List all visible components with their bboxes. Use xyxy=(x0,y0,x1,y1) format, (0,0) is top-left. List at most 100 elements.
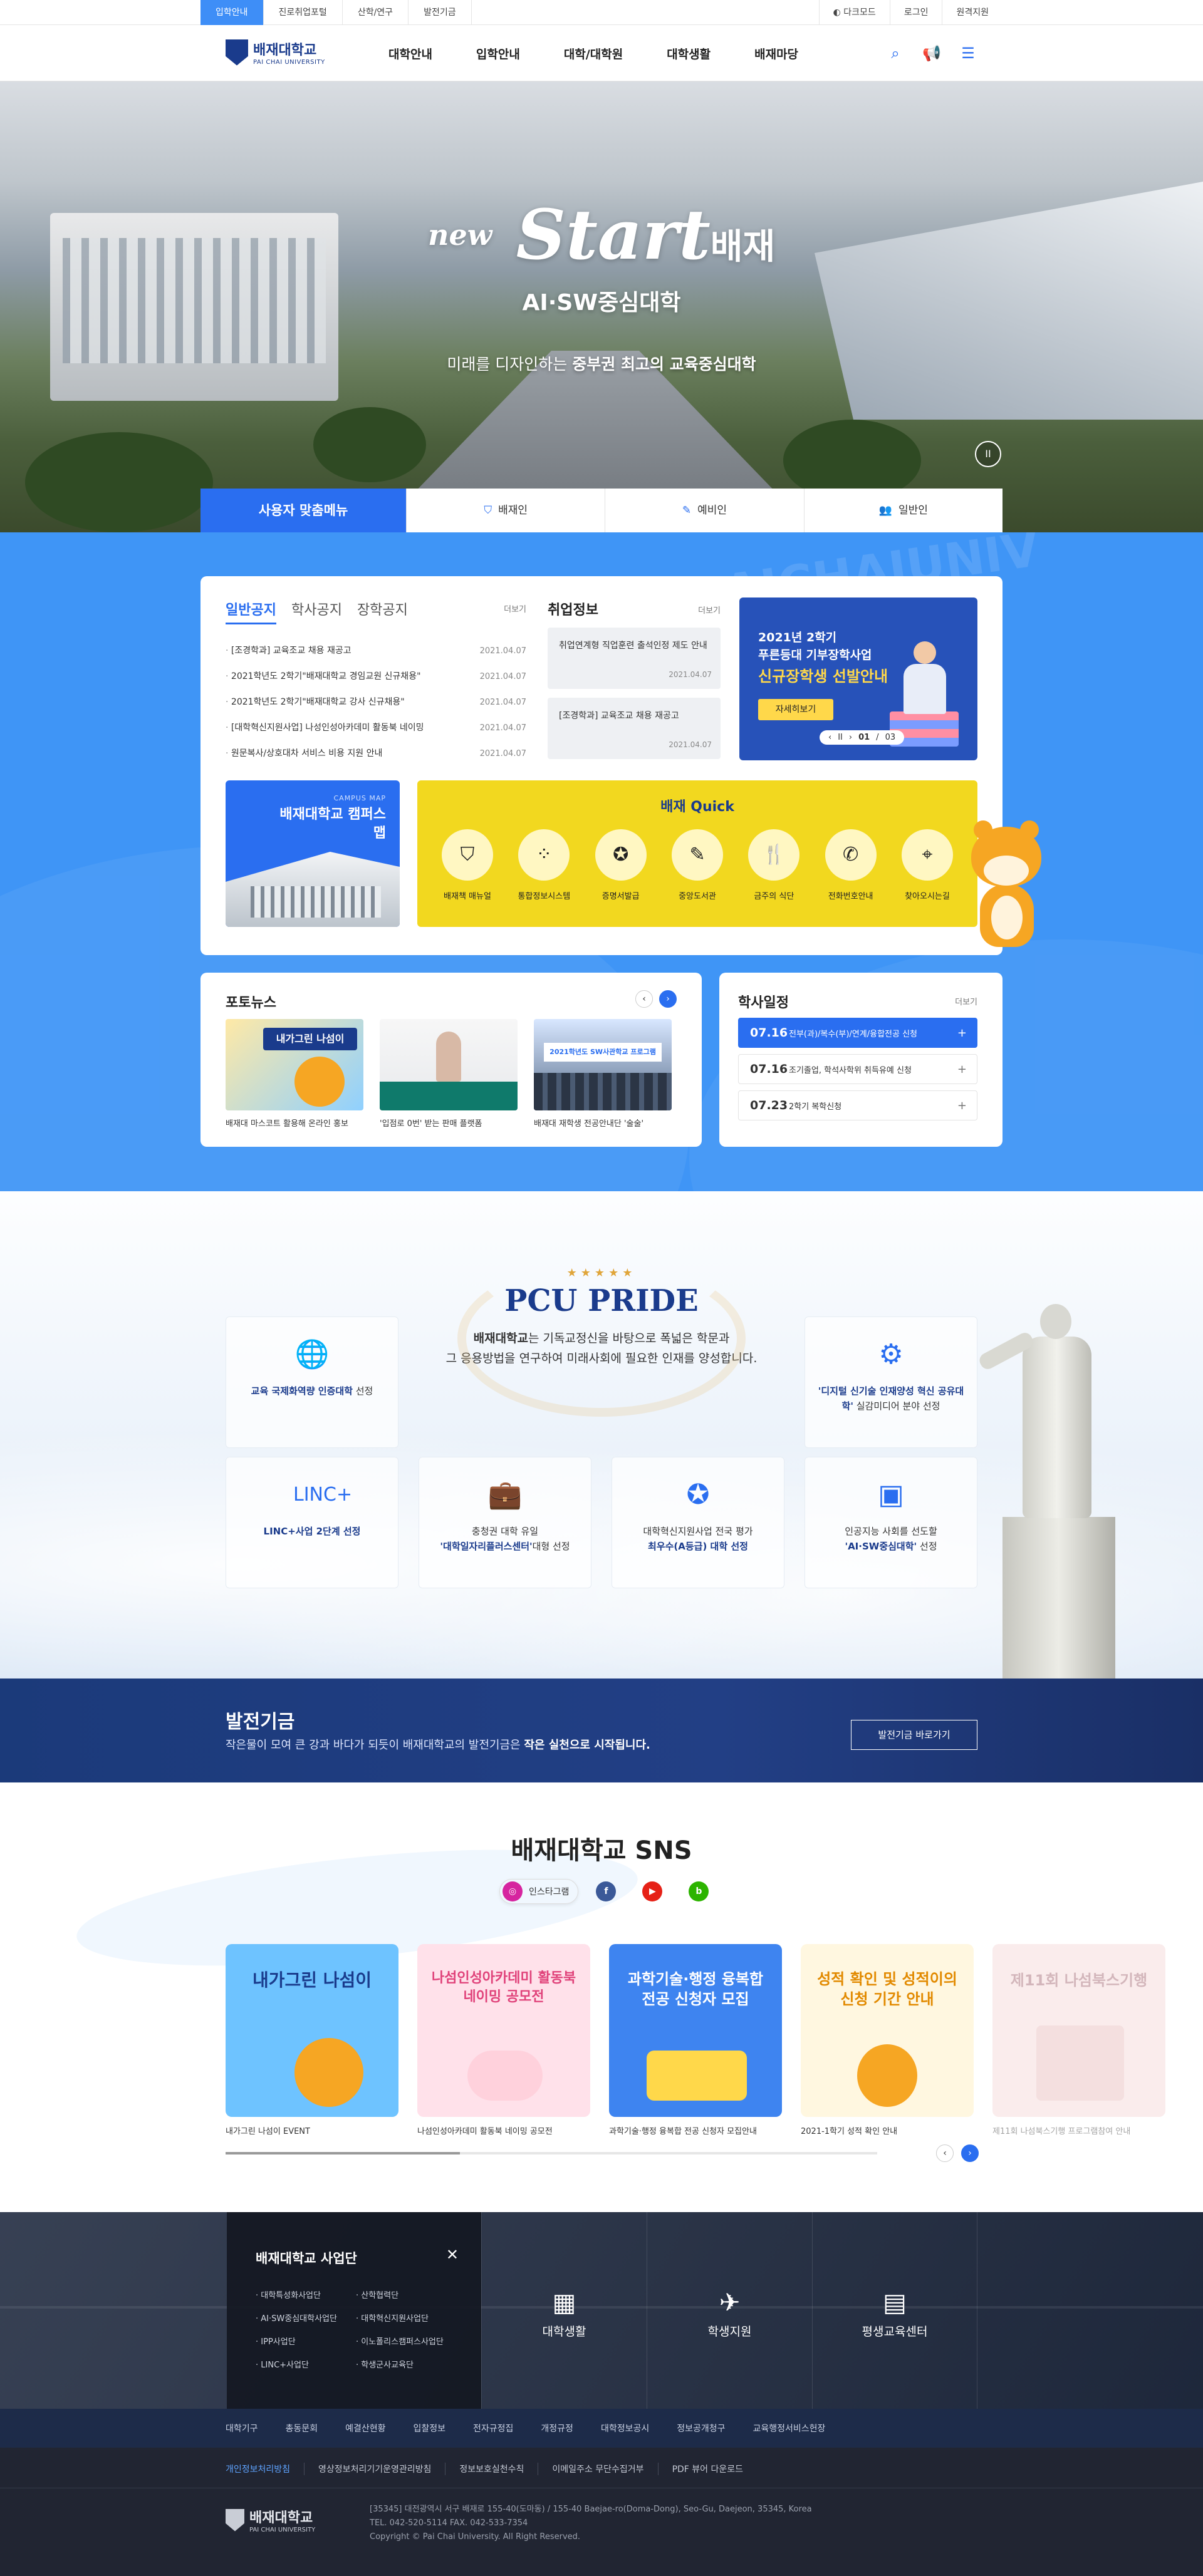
notice-more-link[interactable]: 더보기 xyxy=(504,603,526,614)
util-link-fund[interactable]: 발전기금 xyxy=(409,0,472,25)
footer-nav-link[interactable]: 개정규정 xyxy=(527,2422,587,2434)
list-item[interactable]: AI·SW중심대학사업단 xyxy=(256,2312,356,2324)
list-item[interactable]: 산학협력단 xyxy=(356,2289,456,2300)
quick-item-library[interactable]: ✎ 중앙도서관 xyxy=(666,829,729,901)
chevron-right-icon[interactable]: › xyxy=(659,990,677,1008)
custom-menu-tab-member[interactable]: ⛉ 배재인 xyxy=(406,489,605,532)
custom-menu-tab-public[interactable]: 👥 일반인 xyxy=(803,489,1002,532)
login-link[interactable]: 로그인 xyxy=(889,0,942,25)
nav-admission[interactable]: 입학안내 xyxy=(476,45,520,62)
custom-menu-bar: 사용자 맞춤메뉴 ⛉ 배재인 ✎ 예비인 👥 일반인 xyxy=(200,489,1002,532)
list-item[interactable]: 2021학년도 2학기"배재대학교 경임교원 신규채용"2021.04.07 xyxy=(226,664,526,690)
custom-menu-tab-prospective[interactable]: ✎ 예비인 xyxy=(605,489,804,532)
chevron-left-icon[interactable]: ‹ xyxy=(828,733,831,742)
list-item[interactable]: IPP사업단 xyxy=(256,2335,356,2347)
photo-news-item[interactable]: 2021학년도 SW사관학교 프로그램 배재대 재학생 전공안내단 '술술' xyxy=(534,1019,672,1129)
nav-community[interactable]: 배재마당 xyxy=(754,45,798,62)
quick-item-directions[interactable]: ⌖ 찾아오시는길 xyxy=(896,829,959,901)
chevron-left-icon[interactable]: ‹ xyxy=(936,2144,954,2162)
list-item[interactable]: 이노폴리스캠퍼스사업단 xyxy=(356,2335,456,2347)
medal-icon: ✪ xyxy=(595,829,647,881)
campus-map-card[interactable]: CAMPUS MAP 배재대학교 캠퍼스맵 xyxy=(226,780,400,927)
photo-news-item[interactable]: '입점로 0번' 받는 판매 플랫폼 xyxy=(380,1019,518,1129)
dark-mode-toggle[interactable]: ◐ 다크모드 xyxy=(818,0,890,25)
pause-icon[interactable]: II xyxy=(838,733,843,742)
privacy-policy-link[interactable]: 개인정보처리방침 xyxy=(226,2463,304,2475)
shield-icon: ⛉ xyxy=(484,504,492,517)
nav-colleges[interactable]: 대학/대학원 xyxy=(564,45,623,62)
footer-nav-link[interactable]: 총동문회 xyxy=(272,2422,332,2434)
list-item[interactable]: 2021학년도 2학기"배재대학교 강사 신규채용"2021.04.07 xyxy=(226,690,526,715)
sns-post[interactable]: 나섬인성아카데미 활동북 네이밍 공모전 나섬인성아카데미 활동북 네이밍 공모… xyxy=(417,1944,590,2136)
cctv-policy-link[interactable]: 영상정보처리기기운영관리방침 xyxy=(304,2463,445,2475)
photo-news-item[interactable]: 내가그린 나섬이 배재대 마스코트 활용해 온라인 홍보 xyxy=(226,1019,363,1129)
list-item[interactable]: [조경학과] 교육조교 채용 재공고2021.04.07 xyxy=(226,638,526,664)
sns-tab-youtube[interactable]: ▶ xyxy=(640,1879,671,1904)
list-item[interactable]: 학생군사교육단 xyxy=(356,2358,456,2370)
fund-link-button[interactable]: 발전기금 바로가기 xyxy=(851,1720,977,1750)
list-item[interactable]: [대학혁신지원사업] 나성인성아카데미 활동북 네이밍2021.04.07 xyxy=(226,715,526,741)
schedule-item[interactable]: 07.23 2학기 복학신청 + xyxy=(738,1090,977,1120)
util-link-career[interactable]: 진로취업포털 xyxy=(264,0,343,25)
sns-post[interactable]: 내가그린 나섬이 내가그린 나섬이 EVENT xyxy=(226,1944,398,2136)
footer-link-campus-life[interactable]: ▦ 대학생활 xyxy=(481,2212,647,2409)
footer-nav-link[interactable]: 입찰정보 xyxy=(399,2422,459,2434)
business-units-list: 대학특성화사업단 산학협력단 AI·SW중심대학사업단 대학혁신지원사업단 IP… xyxy=(256,2289,456,2370)
business-units-panel: 배재대학교 사업단 ✕ 대학특성화사업단 산학협력단 AI·SW중심대학사업단 … xyxy=(227,2212,481,2409)
tab-academic-notice[interactable]: 학사공지 xyxy=(291,599,342,619)
sns-tab-blog[interactable]: b xyxy=(686,1879,717,1904)
security-rules-link[interactable]: 정보보호실천수칙 xyxy=(445,2463,538,2475)
megaphone-icon[interactable]: 📢 xyxy=(922,44,941,63)
list-item[interactable]: 대학특성화사업단 xyxy=(256,2289,356,2300)
quick-item-phone[interactable]: ✆ 전화번호안내 xyxy=(820,829,882,901)
tab-scholarship-notice[interactable]: 장학공지 xyxy=(357,599,408,619)
chevron-left-icon[interactable]: ‹ xyxy=(635,990,653,1008)
sns-post[interactable]: 성적 확인 및 성적이의 신청 기간 안내 2021-1학기 성적 확인 안내 xyxy=(801,1944,974,2136)
footer-nav-link[interactable]: 전자규정집 xyxy=(459,2422,527,2434)
list-item[interactable]: LINC+사업단 xyxy=(256,2358,356,2370)
sns-post[interactable]: 제11회 나섬북스기행 제11회 나섬북스기행 프로그램참여 안내 xyxy=(992,1944,1165,2136)
scholarship-banner[interactable]: 2021년 2학기 푸른등대 기부장학사업 신규장학생 선발안내 자세히보기 ‹ … xyxy=(739,597,977,760)
nav-about[interactable]: 대학안내 xyxy=(388,45,432,62)
job-item[interactable]: 취업연계형 직업훈련 출석인정 제도 안내 2021.04.07 xyxy=(548,628,721,689)
list-item[interactable]: 원문복사/상호대차 서비스 비용 지원 안내2021.04.07 xyxy=(226,741,526,767)
search-icon[interactable]: ⌕ xyxy=(886,44,905,63)
chevron-right-icon[interactable]: › xyxy=(849,733,852,742)
job-item[interactable]: [조경학과] 교육조교 채용 재공고 2021.04.07 xyxy=(548,698,721,759)
badge-icon: ✪ xyxy=(686,1479,710,1511)
footer-link-student-support[interactable]: ✈ 학생지원 xyxy=(647,2212,812,2409)
schedule-more-link[interactable]: 더보기 xyxy=(955,995,977,1007)
chevron-right-icon[interactable]: › xyxy=(961,2144,979,2162)
footer-nav-link[interactable]: 대학기구 xyxy=(226,2422,272,2434)
list-item[interactable]: 대학혁신지원사업단 xyxy=(356,2312,456,2324)
footer-nav-link[interactable]: 예결산현황 xyxy=(331,2422,399,2434)
nav-campus-life[interactable]: 대학생활 xyxy=(667,45,711,62)
schedule-item[interactable]: 07.16 조기졸업, 학석사학위 취득유예 신청 + xyxy=(738,1054,977,1084)
site-logo[interactable]: 배재대학교 PAI CHAI UNIVERSITY xyxy=(226,39,325,66)
footer-nav-link[interactable]: 대학정보공시 xyxy=(587,2422,663,2434)
quick-item-manual[interactable]: ⛉ 배재책 매뉴얼 xyxy=(436,829,499,901)
schedule-item[interactable]: 07.16 전부(과)/복수(부)/연계/융합전공 신청 + xyxy=(738,1018,977,1048)
quick-item-certificate[interactable]: ✪ 증명서발급 xyxy=(590,829,652,901)
sns-tab-facebook[interactable]: f xyxy=(593,1879,625,1904)
footer-nav-link[interactable]: 정보공개청구 xyxy=(663,2422,739,2434)
remote-support-link[interactable]: 원격지원 xyxy=(942,0,1002,25)
util-link-admission[interactable]: 입학안내 xyxy=(200,0,264,25)
sns-tab-instagram[interactable]: ◎ 인스타그램 xyxy=(499,1879,579,1904)
footer-nav-link[interactable]: 교육행정서비스헌장 xyxy=(739,2422,840,2434)
footer-link-lifelong-education[interactable]: ▤ 평생교육센터 xyxy=(812,2212,977,2409)
job-more-link[interactable]: 더보기 xyxy=(698,604,721,616)
hero-pause-button[interactable]: II xyxy=(975,441,1001,467)
sns-scrollbar[interactable] xyxy=(226,2152,877,2154)
email-refusal-link[interactable]: 이메일주소 무단수집거부 xyxy=(538,2463,657,2475)
menu-icon[interactable]: ☰ xyxy=(959,44,977,63)
banner-detail-button[interactable]: 자세히보기 xyxy=(758,699,833,720)
tab-general-notice[interactable]: 일반공지 xyxy=(226,599,276,624)
util-link-research[interactable]: 산학/연구 xyxy=(343,0,409,25)
sns-post[interactable]: 과학기술·행정 융복합 전공 신청자 모집 과학기술·행정 융복합 전공 신청자… xyxy=(609,1944,782,2136)
quick-item-menu[interactable]: 🍴 금주의 식단 xyxy=(742,829,805,901)
pdf-viewer-link[interactable]: PDF 뷰어 다운로드 xyxy=(657,2463,757,2475)
logo-text-kr: 배재대학교 xyxy=(253,43,317,58)
close-icon[interactable]: ✕ xyxy=(446,2246,459,2263)
quick-item-portal[interactable]: ⁘ 통합정보시스템 xyxy=(513,829,575,901)
